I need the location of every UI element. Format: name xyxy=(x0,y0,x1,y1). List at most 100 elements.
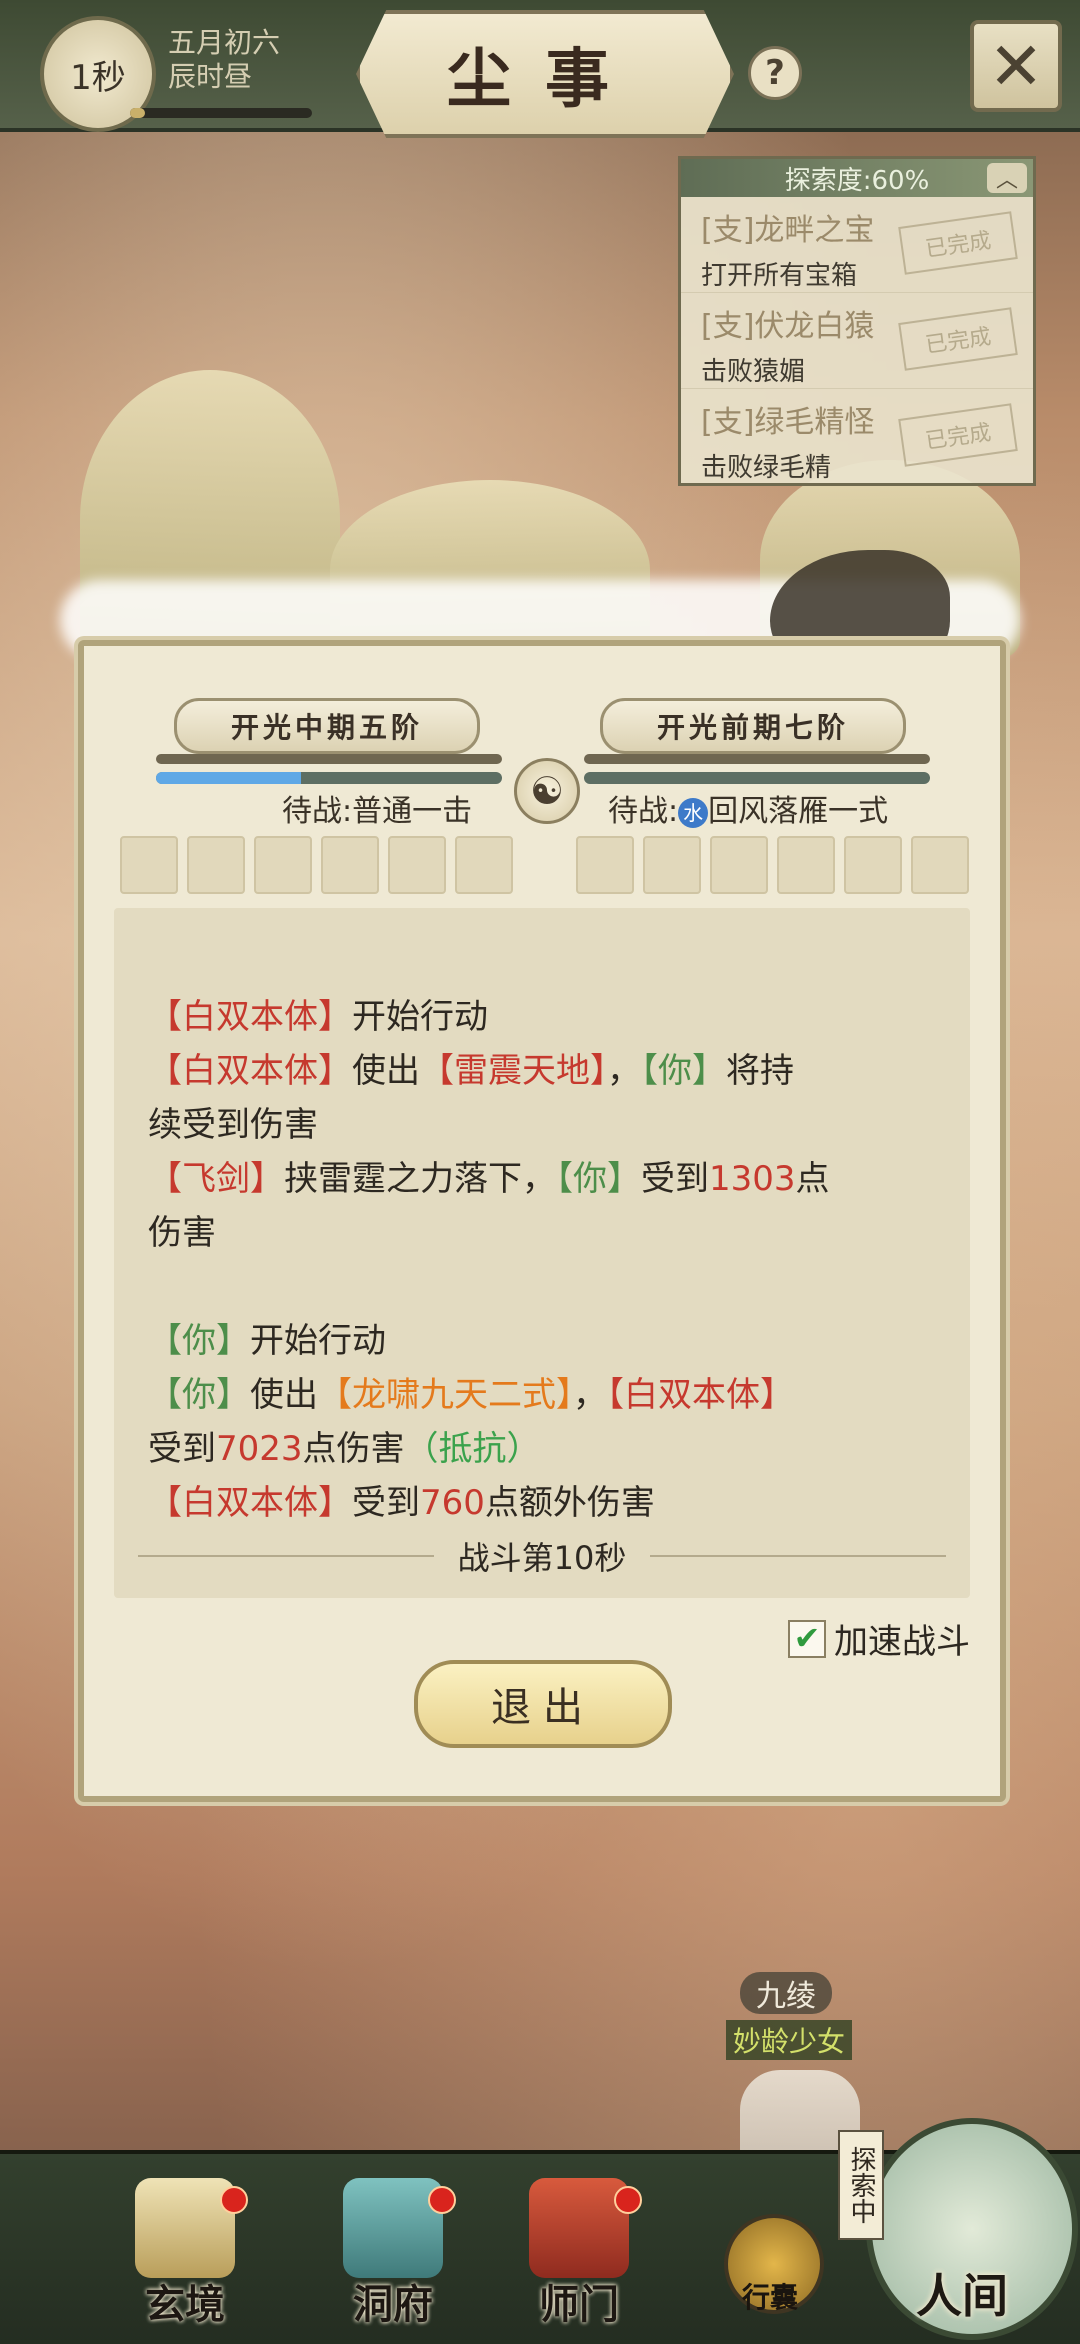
log-line: 【你】开始行动 xyxy=(148,1314,938,1368)
log-text: 将持 xyxy=(726,1051,794,1091)
nav-item-xuanjing[interactable]: 玄境 xyxy=(110,2178,260,2338)
nav-item-shimen[interactable]: 师门 xyxy=(504,2178,654,2338)
player-mp-bar xyxy=(156,772,502,784)
speed-up-toggle[interactable]: ✔ 加速战斗 xyxy=(788,1614,970,1663)
log-text: 点额外伤害 xyxy=(484,1483,655,1523)
enemy-buff-slot xyxy=(576,836,634,894)
speed-up-label: 加速战斗 xyxy=(834,1622,970,1662)
player-buff-slot xyxy=(254,836,312,894)
page-title: 尘事 xyxy=(356,10,734,138)
resist-label: （抵抗） xyxy=(404,1429,541,1469)
top-bar: 1秒 五月初六 辰时昼 尘事 ? ✕ xyxy=(0,0,1080,138)
quest-panel: 探索度:60% ︿ [支]龙畔之宝 打开所有宝箱 已完成 [支]伏龙白猿 击败猿… xyxy=(678,156,1036,486)
player-buff-slot xyxy=(388,836,446,894)
log-text: 开始行动 xyxy=(352,997,488,1037)
damage-value: 760 xyxy=(420,1483,485,1523)
collapse-chevron-icon[interactable]: ︿ xyxy=(987,163,1027,193)
battle-log[interactable]: 【白双本体】开始行动 【白双本体】使出【雷震天地】，【你】将持 续受到伤害 【飞… xyxy=(114,908,970,1598)
exploring-tag: 探索中 xyxy=(838,2130,884,2240)
nav-label: 玄境 xyxy=(145,2281,225,2328)
nav-item-dongfu[interactable]: 洞府 xyxy=(318,2178,468,2338)
log-text: ， xyxy=(607,1051,641,1091)
log-text: 点 xyxy=(795,1159,830,1199)
enemy-buff-slot xyxy=(844,836,902,894)
enemy-buff-slot xyxy=(777,836,835,894)
npc-name[interactable]: 九绫 xyxy=(740,1972,832,2014)
log-text: 受到 xyxy=(352,1483,420,1523)
player-buff-slot xyxy=(120,836,178,894)
log-text: 使出 xyxy=(352,1051,420,1091)
standby-prefix: 待战: xyxy=(608,794,679,829)
enemy-name: 【白双本体】 xyxy=(607,1375,794,1415)
enemy-realm: 开光前期七阶 xyxy=(600,698,906,754)
player-buff-slot xyxy=(321,836,379,894)
quest-item[interactable]: [支]伏龙白猿 击败猿媚 已完成 xyxy=(681,293,1033,389)
battle-second-divider: 战斗第10秒 xyxy=(114,1536,970,1577)
nav-label: 师门 xyxy=(539,2281,619,2328)
damage-value: 7023 xyxy=(216,1429,303,1469)
log-line: 【白双本体】受到760点额外伤害 xyxy=(148,1476,938,1530)
enemy-name: 【白双本体】 xyxy=(148,1051,352,1091)
player-buff-slot xyxy=(187,836,245,894)
player-buff-slot xyxy=(455,836,513,894)
battle-panel: 开光中期五阶 开光前期七阶 ☯ 待战:普通一击 待战: 水回风落雁一式 【白双本体… xyxy=(78,640,1006,1802)
skill-name: 【龙啸九天二式】 xyxy=(318,1375,573,1415)
time-progress-bar xyxy=(130,108,312,118)
log-text: 受到 xyxy=(641,1159,709,1199)
notification-dot xyxy=(220,2186,248,2214)
banner-icon xyxy=(529,2178,629,2278)
game-date: 五月初六 辰时昼 xyxy=(168,26,280,94)
pavilion-icon xyxy=(343,2178,443,2278)
time-progress-fill xyxy=(130,108,145,118)
player-name: 【你】 xyxy=(148,1375,250,1415)
enemy-name: 【白双本体】 xyxy=(148,1483,352,1523)
log-text: 点伤害 xyxy=(302,1429,405,1469)
npc-title: 妙龄少女 xyxy=(726,2020,852,2060)
player-name: 【你】 xyxy=(556,1159,641,1199)
checkmark-icon[interactable]: ✔ xyxy=(788,1619,826,1658)
enemy-buff-slot xyxy=(643,836,701,894)
log-line: 【你】使出【龙啸九天二式】，【白双本体】 xyxy=(148,1368,938,1422)
player-realm: 开光中期五阶 xyxy=(174,698,480,754)
log-text: 使出 xyxy=(250,1375,318,1415)
log-text: ， xyxy=(573,1375,607,1415)
question-mark-icon[interactable]: ? xyxy=(748,46,802,100)
exploration-progress: 探索度:60% xyxy=(784,165,930,196)
battle-second-label: 战斗第10秒 xyxy=(457,1539,627,1577)
scroll-icon xyxy=(135,2178,235,2278)
notification-dot xyxy=(614,2186,642,2214)
player-hp-bar xyxy=(156,754,502,764)
log-line: 伤害 xyxy=(148,1213,216,1253)
quest-item[interactable]: [支]绿毛精怪 击败绿毛精 已完成 xyxy=(681,389,1033,485)
log-text: 受到 xyxy=(148,1429,216,1469)
notification-dot xyxy=(428,2186,456,2214)
log-line: 续受到伤害 xyxy=(148,1105,318,1145)
player-standby: 待战:普通一击 xyxy=(282,794,473,829)
player-name: 【你】 xyxy=(148,1321,250,1361)
log-line: 【白双本体】使出【雷震天地】，【你】将持 xyxy=(148,1044,938,1098)
enemy-standby: 待战: 水回风落雁一式 xyxy=(608,786,888,830)
enemy-buff-slot xyxy=(710,836,768,894)
bag-label: 行囊 xyxy=(741,2281,798,2314)
exit-button[interactable]: 退出 xyxy=(414,1660,672,1748)
flying-sword-name: 【飞剑】 xyxy=(148,1159,284,1199)
water-element-icon: 水 xyxy=(678,797,709,828)
standby-skill: 回风落雁一式 xyxy=(708,794,889,829)
world-label: 人间 xyxy=(916,2269,1008,2323)
log-text: 开始行动 xyxy=(250,1321,386,1361)
enemy-hp-bar xyxy=(584,754,930,764)
player-mp-fill xyxy=(156,772,302,784)
enemy-buff-slot xyxy=(911,836,969,894)
yinyang-icon: ☯ xyxy=(514,758,580,824)
date-day: 五月初六 xyxy=(168,26,281,59)
log-text: 挟雷霆之力落下， xyxy=(284,1159,556,1199)
quest-item[interactable]: [支]龙畔之宝 打开所有宝箱 已完成 xyxy=(681,197,1033,293)
log-line: 【白双本体】开始行动 xyxy=(148,990,938,1044)
enemy-mp-bar xyxy=(584,772,930,784)
player-name: 【你】 xyxy=(641,1051,726,1091)
enemy-name: 【白双本体】 xyxy=(148,997,352,1037)
close-x-icon[interactable]: ✕ xyxy=(970,20,1062,112)
divider-line xyxy=(138,1555,434,1557)
damage-value: 1303 xyxy=(709,1159,796,1199)
exploration-header: 探索度:60% ︿ xyxy=(681,159,1033,197)
